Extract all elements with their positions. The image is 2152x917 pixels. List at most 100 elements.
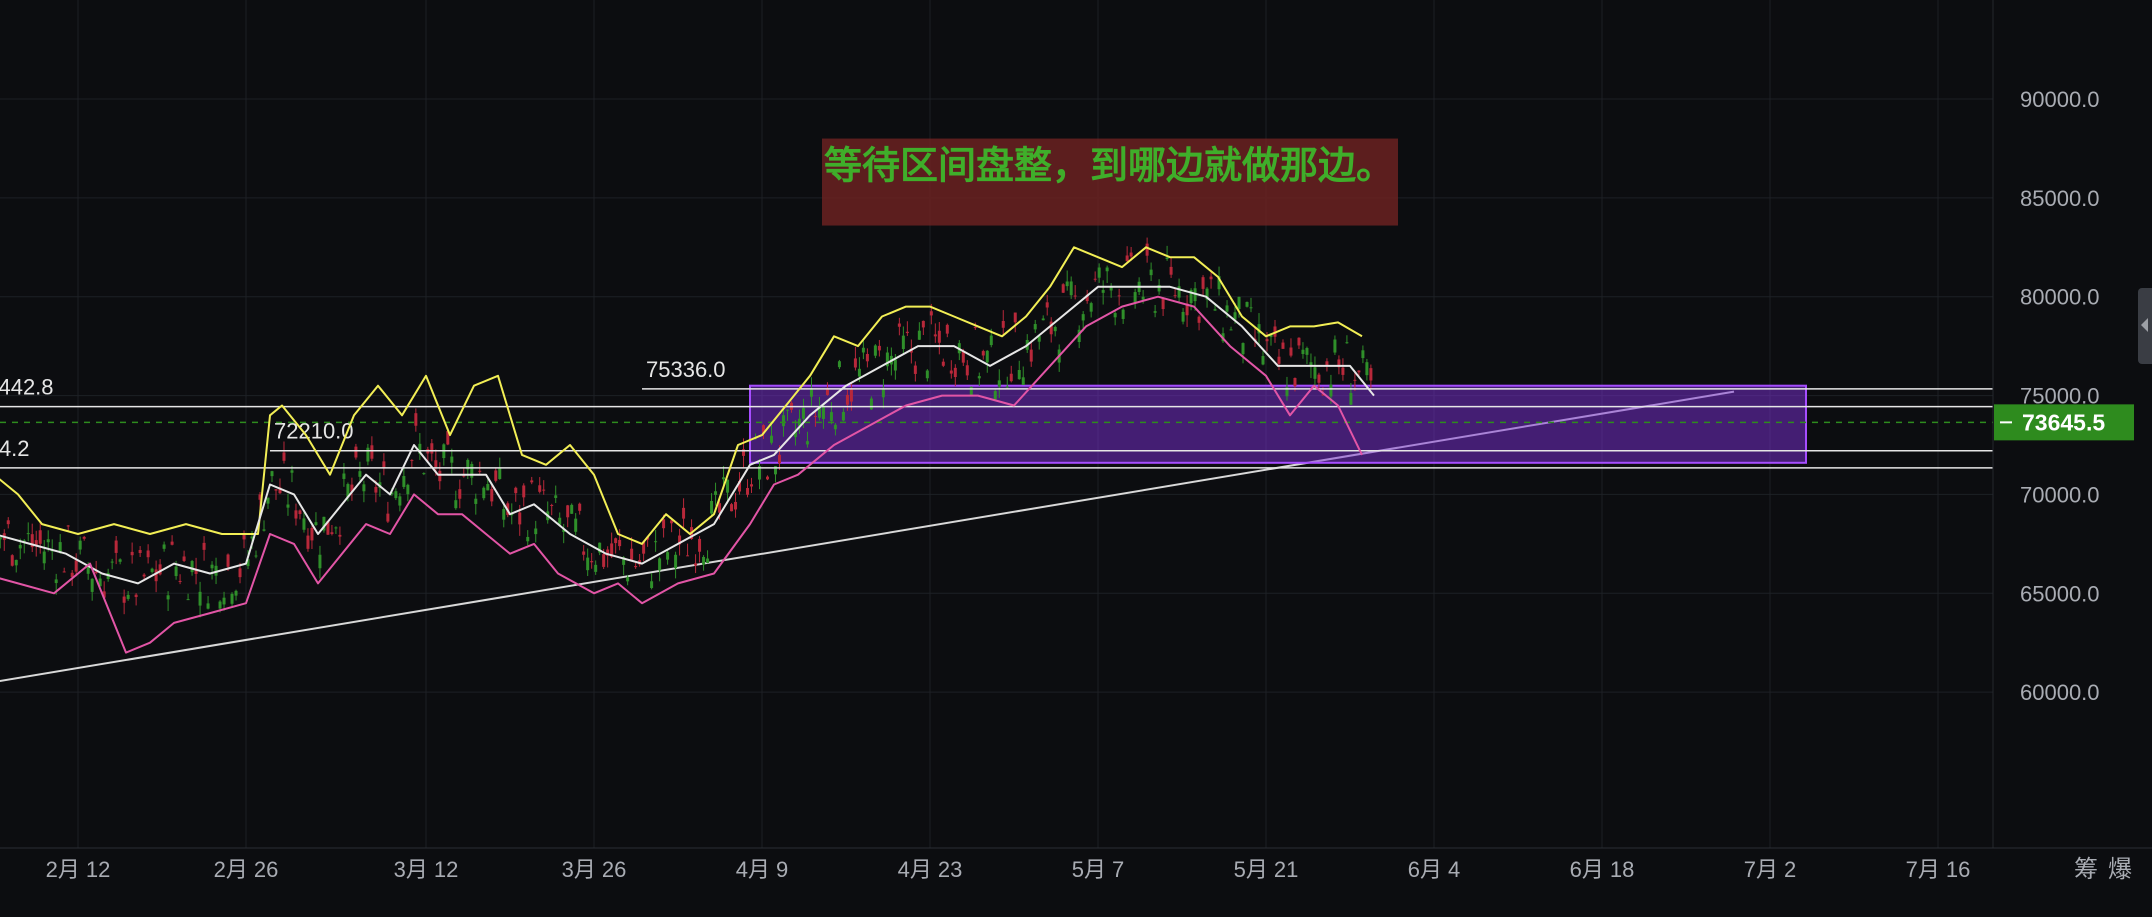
candle-body [1173, 295, 1177, 297]
candle-body [973, 326, 977, 328]
candle-body [1013, 312, 1017, 323]
candle-body [154, 569, 158, 582]
candle-body [10, 555, 14, 566]
candle-body [374, 486, 378, 493]
candle-body [1341, 367, 1345, 375]
time-tick-label: 4月 23 [898, 857, 963, 882]
candle-body [514, 487, 518, 494]
candle-body [554, 495, 558, 498]
chip-distribution-button[interactable]: 筹 [2074, 856, 2098, 883]
candle-body [42, 551, 46, 564]
candle-body [162, 544, 166, 549]
current-price-label: 73645.5 [2022, 409, 2105, 435]
candle-body [937, 330, 941, 343]
candle-body [318, 554, 322, 569]
candle-body [582, 551, 586, 555]
candle-body [821, 405, 825, 419]
side-panel-toggle[interactable] [2138, 288, 2152, 364]
candle-body [662, 519, 666, 529]
candle-body [18, 545, 22, 549]
candle-body [1101, 290, 1105, 293]
candle-body [1153, 311, 1157, 313]
explode-button[interactable]: 爆 [2108, 856, 2132, 883]
candle-body [1209, 276, 1213, 280]
candle-body [1357, 370, 1361, 373]
time-tick-label: 7月 16 [1906, 857, 1971, 882]
candle-body [1125, 255, 1129, 262]
candle-body [626, 577, 630, 582]
candle-body [1161, 298, 1165, 310]
candle-body [198, 591, 202, 606]
candle-body [686, 555, 690, 557]
price-tick-label: 65000.0 [2020, 581, 2100, 606]
candle-body [706, 558, 710, 563]
candle-body [654, 541, 658, 543]
candle-body [949, 370, 953, 374]
candle-body [658, 558, 662, 571]
candle-body [574, 518, 578, 532]
candle-body [869, 398, 873, 410]
price-chart[interactable]: 74442.875336.072210.071344.2 等待区间盘整，到哪边就… [0, 0, 2152, 912]
candle-body [450, 456, 454, 463]
candle-body [861, 347, 865, 353]
candle-body [602, 554, 606, 567]
price-tick-label: 70000.0 [2020, 482, 2100, 507]
candle-body [1277, 356, 1281, 364]
level-label: 71344.2 [0, 436, 30, 461]
candle-body [14, 559, 18, 566]
candle-body [166, 595, 170, 600]
candle-body [1065, 281, 1069, 287]
candle-body [1361, 350, 1365, 359]
candle-body [1177, 286, 1181, 298]
candle-body [1169, 266, 1173, 275]
candle-body [238, 568, 242, 578]
candle-body [538, 485, 542, 492]
candle-body [82, 536, 86, 539]
candle-body [262, 529, 266, 531]
candle-body [1293, 377, 1297, 386]
candle-body [769, 435, 773, 443]
candle-body [929, 311, 933, 316]
candle-body [522, 485, 526, 498]
current-price-tag: 73645.5 [1994, 404, 2134, 441]
candle-body [1305, 348, 1309, 355]
candle-body [1001, 320, 1005, 328]
candle-body [230, 593, 234, 604]
time-tick-label: 3月 12 [394, 857, 459, 882]
time-tick-label: 5月 7 [1072, 857, 1125, 882]
candle-body [877, 345, 881, 351]
time-tick-label: 6月 18 [1570, 857, 1635, 882]
candle-body [190, 561, 194, 573]
candle-body [901, 335, 905, 350]
candle-body [897, 323, 901, 327]
candle-body [210, 564, 214, 569]
candle-body [825, 389, 829, 395]
candle-body [873, 345, 877, 356]
candle-body [1053, 326, 1057, 332]
candle-body [482, 487, 486, 499]
candle-body [913, 365, 917, 374]
candle-body [1145, 243, 1149, 256]
candle-body [1093, 278, 1097, 280]
candle-body [586, 557, 590, 571]
candle-body [1017, 370, 1021, 380]
candle-body [578, 503, 582, 511]
price-tick-label: 85000.0 [2020, 186, 2100, 211]
candle-body [142, 574, 146, 577]
candle-body [750, 484, 754, 487]
candle-body [570, 504, 574, 514]
candle-body [330, 532, 334, 535]
candle-body [218, 601, 222, 609]
candle-body [226, 554, 230, 567]
candle-body [726, 479, 730, 493]
candle-body [274, 489, 278, 491]
candle-body [410, 460, 414, 462]
candle-body [813, 415, 817, 417]
candle-body [781, 415, 785, 427]
candle-body [917, 330, 921, 340]
candle-body [1129, 252, 1133, 257]
candle-body [454, 500, 458, 509]
candle-body [1301, 349, 1305, 355]
candle-body [290, 470, 294, 473]
candle-body [486, 484, 490, 491]
